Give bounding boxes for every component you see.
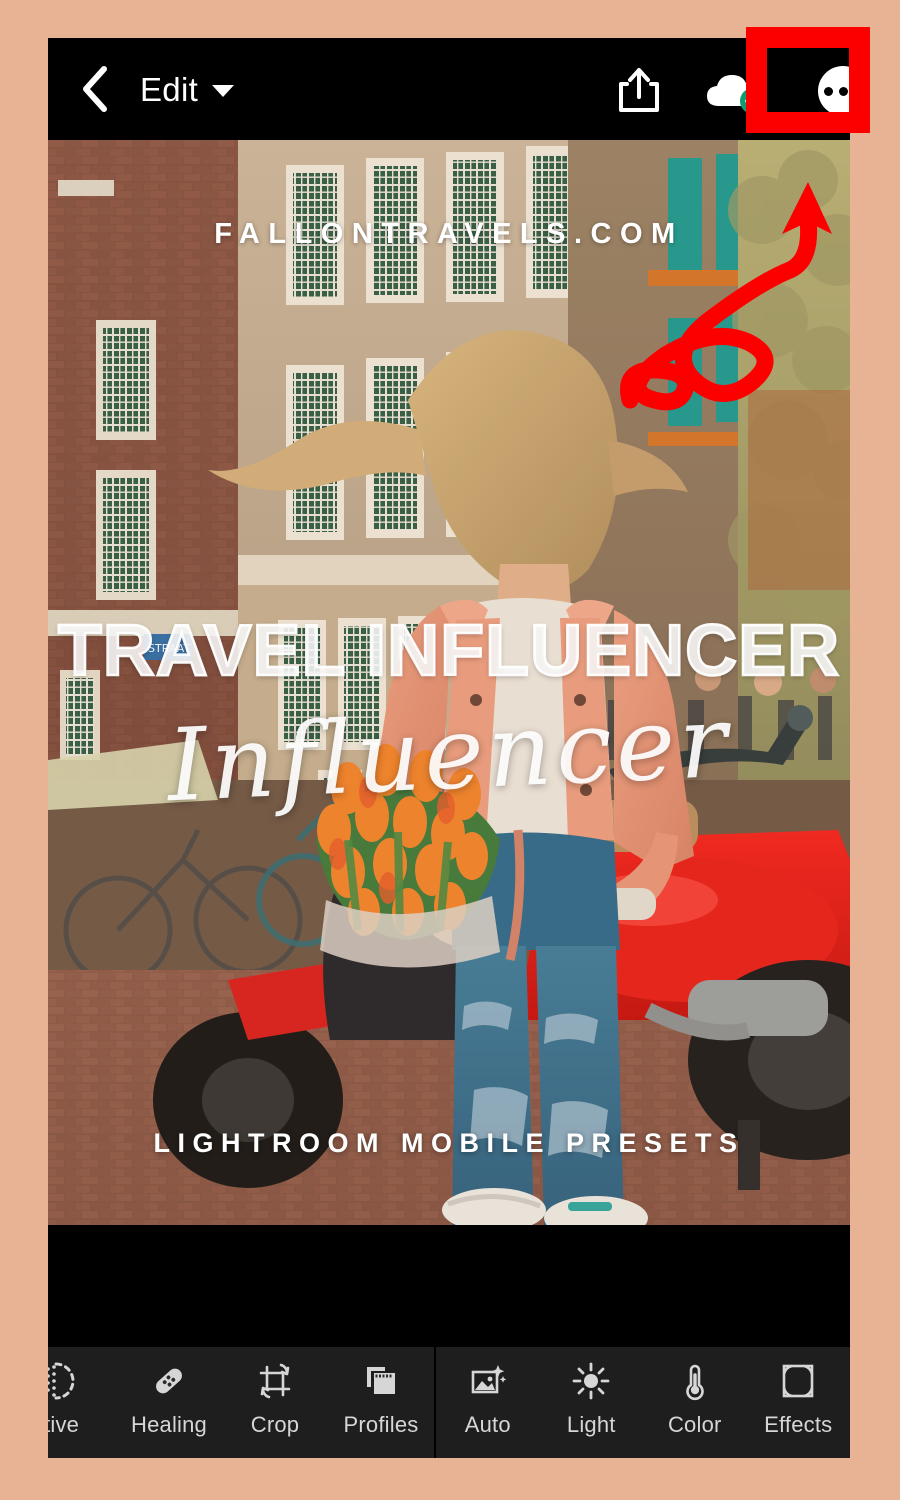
vignette-frame-icon bbox=[778, 1360, 818, 1402]
share-upload-icon[interactable] bbox=[613, 64, 665, 116]
edit-mode-selector[interactable]: Edit bbox=[140, 62, 235, 116]
overlay-title: TRAVEL INFLUENCER bbox=[57, 610, 841, 693]
tool-label: Light bbox=[566, 1412, 616, 1437]
tool-color[interactable]: Color bbox=[643, 1347, 747, 1458]
app-bar: Edit bbox=[48, 38, 850, 140]
healing-bandage-icon bbox=[149, 1360, 189, 1402]
chevron-down-icon bbox=[212, 85, 235, 97]
tool-selective[interactable]: ctive bbox=[48, 1347, 116, 1458]
overlay-website: FALLONTRAVELS.COM bbox=[214, 218, 684, 250]
selective-dots-icon bbox=[48, 1360, 76, 1402]
edit-toolbar: ctive Healing bbox=[48, 1347, 850, 1458]
tool-label: Healing bbox=[130, 1412, 207, 1437]
back-chevron-icon[interactable] bbox=[78, 62, 112, 116]
toolbar-group-adjust-tools: Auto Light Color Effects bbox=[436, 1347, 850, 1458]
tool-auto[interactable]: Auto bbox=[436, 1347, 540, 1458]
tool-label: ctive bbox=[48, 1412, 80, 1437]
tool-healing[interactable]: Healing bbox=[116, 1347, 222, 1458]
more-horizontal-icon bbox=[818, 66, 850, 116]
toolbar-group-edit-tools: ctive Healing bbox=[48, 1347, 434, 1458]
tool-profiles[interactable]: Profiles bbox=[328, 1347, 434, 1458]
tool-label: Auto bbox=[464, 1412, 511, 1437]
photo-preview[interactable]: RANT bbox=[48, 140, 850, 1225]
edit-label: Edit bbox=[140, 70, 199, 108]
sun-icon bbox=[571, 1360, 611, 1402]
auto-sparkle-image-icon bbox=[468, 1360, 508, 1402]
crop-rotate-icon bbox=[255, 1360, 295, 1402]
profiles-stack-icon bbox=[361, 1360, 401, 1402]
photo-letterbox-gap bbox=[48, 1225, 850, 1347]
tool-label: Profiles bbox=[343, 1412, 419, 1437]
more-dot bbox=[823, 86, 833, 96]
phone-screenshot: RANT bbox=[48, 38, 850, 1458]
overlay-subtitle: LIGHTROOM MOBILE PRESETS bbox=[153, 1128, 745, 1158]
cloud-synced-icon[interactable] bbox=[703, 68, 771, 116]
thermometer-icon bbox=[675, 1360, 715, 1402]
more-options-button[interactable] bbox=[812, 60, 850, 122]
tool-light[interactable]: Light bbox=[540, 1347, 644, 1458]
more-dot bbox=[838, 86, 848, 96]
tool-label: Effects bbox=[764, 1412, 833, 1437]
tool-crop[interactable]: Crop bbox=[222, 1347, 328, 1458]
tool-label: Crop bbox=[250, 1412, 300, 1437]
tool-label: Color bbox=[667, 1412, 722, 1437]
tool-effects[interactable]: Effects bbox=[747, 1347, 851, 1458]
